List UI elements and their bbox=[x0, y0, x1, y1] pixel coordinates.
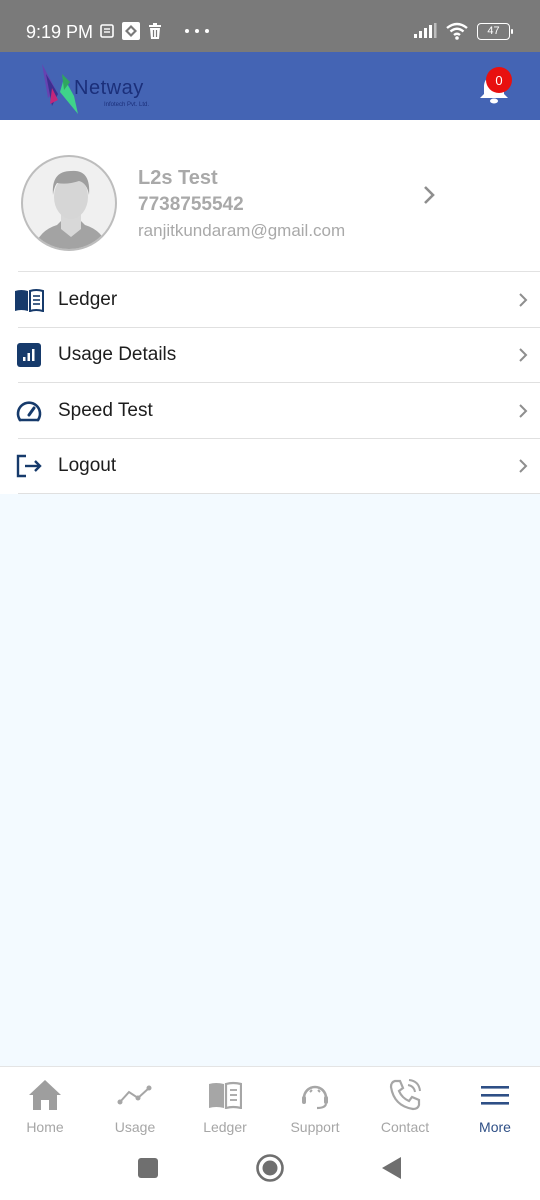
bottom-navigation: Home Usage Ledger Support Contact More bbox=[0, 1066, 540, 1142]
nav-item-contact[interactable]: Contact bbox=[360, 1067, 450, 1142]
logout-icon bbox=[14, 451, 44, 481]
app-icon bbox=[122, 22, 140, 40]
more-dots-icon bbox=[185, 29, 209, 33]
app-header: Netway Infotech Pvt. Ltd. bbox=[0, 52, 540, 120]
signal-icon bbox=[414, 23, 437, 38]
line-chart-icon bbox=[117, 1085, 152, 1105]
nav-label: Support bbox=[290, 1119, 340, 1135]
battery-icon: 47 bbox=[477, 22, 513, 40]
profile-name: L2s Test bbox=[138, 167, 218, 189]
trash-icon bbox=[149, 23, 161, 39]
more-menu-panel: L2s Test 7738755542 ranjitkundaram@gmail… bbox=[0, 120, 540, 494]
nav-item-usage[interactable]: Usage bbox=[90, 1067, 180, 1142]
svg-text:Infotech Pvt. Ltd.: Infotech Pvt. Ltd. bbox=[104, 102, 149, 108]
notification-badge: 0 bbox=[486, 67, 512, 93]
bar-chart-icon bbox=[14, 340, 44, 370]
home-icon bbox=[29, 1080, 61, 1110]
system-navigation-bar bbox=[0, 1142, 540, 1200]
nav-label: Contact bbox=[380, 1119, 430, 1135]
nav-label: Usage bbox=[114, 1119, 156, 1135]
battery-level: 47 bbox=[487, 25, 500, 37]
home-button[interactable] bbox=[255, 1153, 285, 1183]
svg-text:Netway: Netway bbox=[74, 77, 144, 99]
nav-item-ledger[interactable]: Ledger bbox=[180, 1067, 270, 1142]
avatar bbox=[21, 155, 117, 251]
menu-item-label: Logout bbox=[58, 455, 117, 477]
wifi-icon bbox=[446, 22, 468, 40]
menu-item-logout[interactable]: Logout bbox=[0, 439, 540, 494]
netway-logo: Netway Infotech Pvt. Ltd. bbox=[42, 64, 149, 114]
profile-phone: 7738755542 bbox=[138, 194, 244, 215]
menu-icon bbox=[481, 1086, 509, 1105]
person-silhouette-icon bbox=[33, 170, 109, 249]
nav-label: Ledger bbox=[203, 1119, 247, 1135]
notes-icon bbox=[100, 24, 114, 38]
speedometer-icon bbox=[14, 396, 44, 426]
nav-item-support[interactable]: Support bbox=[270, 1067, 360, 1142]
chevron-right-icon bbox=[519, 404, 528, 418]
menu-item-usage-details[interactable]: Usage Details bbox=[0, 328, 540, 383]
chevron-right-icon[interactable] bbox=[422, 184, 436, 206]
nav-label: More bbox=[479, 1119, 511, 1135]
menu-item-label: Speed Test bbox=[58, 399, 153, 421]
chevron-right-icon bbox=[519, 293, 528, 307]
ledger-book-icon bbox=[14, 285, 44, 315]
headset-icon bbox=[302, 1085, 328, 1110]
recent-apps-button[interactable] bbox=[137, 1157, 159, 1179]
profile-card[interactable]: L2s Test 7738755542 ranjitkundaram@gmail… bbox=[18, 120, 540, 272]
back-button[interactable] bbox=[381, 1156, 403, 1180]
chevron-right-icon bbox=[519, 459, 528, 473]
profile-email: ranjitkundaram@gmail.com bbox=[138, 221, 346, 240]
status-bar: 9:19 PM 47 bbox=[0, 0, 540, 52]
divider bbox=[18, 493, 540, 494]
nav-label: Home bbox=[26, 1119, 64, 1135]
phone-icon bbox=[389, 1079, 421, 1111]
nav-item-more[interactable]: More bbox=[450, 1067, 540, 1142]
menu-item-label: Usage Details bbox=[58, 344, 177, 366]
menu-item-speed-test[interactable]: Speed Test bbox=[0, 383, 540, 439]
chevron-right-icon bbox=[519, 348, 528, 362]
nav-item-home[interactable]: Home bbox=[0, 1067, 90, 1142]
menu-item-ledger[interactable]: Ledger bbox=[0, 272, 540, 328]
status-time: 9:19 PM bbox=[26, 22, 94, 42]
menu-item-label: Ledger bbox=[58, 288, 118, 310]
book-icon bbox=[209, 1081, 242, 1109]
